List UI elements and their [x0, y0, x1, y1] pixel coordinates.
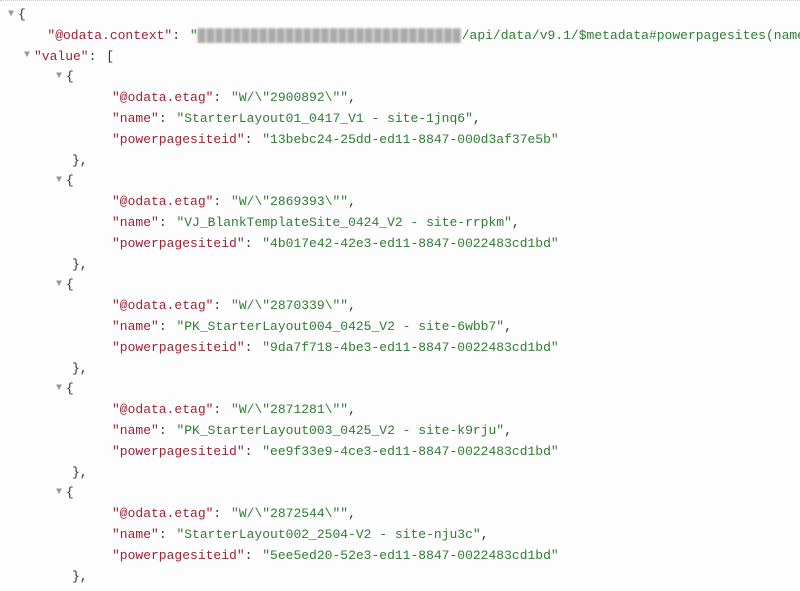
object-close: }, [8, 463, 792, 484]
odata-context-value-tail: /api/data/v9.1/$metadata#powerpagesites(… [462, 28, 800, 43]
odata-context-key: "@odata.context" [47, 28, 172, 43]
siteid-line: "powerpagesiteid": "9da7f718-4be3-ed11-8… [8, 338, 792, 359]
value-key: "value" [34, 49, 89, 64]
siteid-line: "powerpagesiteid": "4b017e42-42e3-ed11-8… [8, 234, 792, 255]
bracket-open: [ [106, 49, 114, 64]
object-open: ▼{ [8, 67, 792, 88]
caret-down-icon[interactable]: ▼ [56, 381, 66, 397]
name-line: "name": "StarterLayout002_2504-V2 - site… [8, 525, 792, 546]
etag-line: "@odata.etag": "W/\"2900892\"", [8, 88, 792, 109]
name-line: "name": "StarterLayout01_0417_V1 - site-… [8, 109, 792, 130]
object-close: }, [8, 567, 792, 588]
siteid-line: "powerpagesiteid": "ee9f33e9-4ce3-ed11-8… [8, 442, 792, 463]
json-viewer: ▼{ "@odata.context": "██████████████████… [8, 5, 792, 587]
object-open: ▼{ [8, 483, 792, 504]
object-close: }, [8, 255, 792, 276]
object-open: ▼{ [8, 275, 792, 296]
caret-down-icon[interactable]: ▼ [56, 485, 66, 501]
etag-line: "@odata.etag": "W/\"2872544\"", [8, 504, 792, 525]
object-open: ▼{ [8, 171, 792, 192]
string-open-quote: " [190, 28, 198, 43]
odata-context-line: "@odata.context": "█████████████████████… [8, 26, 792, 47]
object-close: }, [8, 359, 792, 380]
etag-line: "@odata.etag": "W/\"2871281\"", [8, 400, 792, 421]
caret-down-icon[interactable]: ▼ [56, 277, 66, 293]
redacted-host: ██████████████████████████████ [198, 28, 462, 43]
root-open: ▼{ [8, 5, 792, 26]
value-array-open: ▼"value": [ [8, 47, 792, 68]
siteid-line: "powerpagesiteid": "5ee5ed20-52e3-ed11-8… [8, 546, 792, 567]
name-line: "name": "PK_StarterLayout003_0425_V2 - s… [8, 421, 792, 442]
object-open: ▼{ [8, 379, 792, 400]
caret-down-icon[interactable]: ▼ [56, 69, 66, 85]
caret-down-icon[interactable]: ▼ [8, 7, 18, 23]
caret-down-icon[interactable]: ▼ [56, 173, 66, 189]
siteid-line: "powerpagesiteid": "13bebc24-25dd-ed11-8… [8, 130, 792, 151]
name-line: "name": "PK_StarterLayout004_0425_V2 - s… [8, 317, 792, 338]
caret-down-icon[interactable]: ▼ [24, 48, 34, 64]
name-line: "name": "VJ_BlankTemplateSite_0424_V2 - … [8, 213, 792, 234]
etag-line: "@odata.etag": "W/\"2870339\"", [8, 296, 792, 317]
object-close: }, [8, 151, 792, 172]
etag-line: "@odata.etag": "W/\"2869393\"", [8, 192, 792, 213]
brace-open: { [18, 7, 26, 22]
